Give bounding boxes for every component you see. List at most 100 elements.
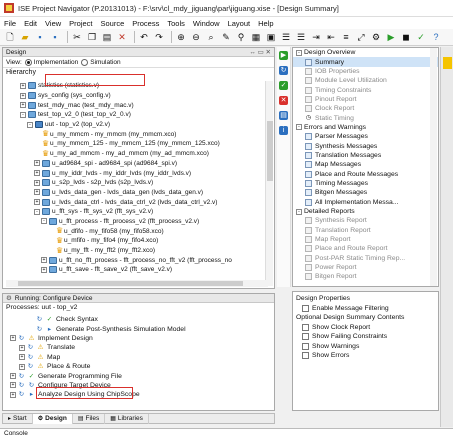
error-icon[interactable]: ✕ <box>279 96 288 105</box>
refresh-icon[interactable]: ↻ <box>279 66 288 75</box>
collapse-icon[interactable]: - <box>34 208 40 215</box>
expand-icon[interactable]: + <box>34 179 40 186</box>
undo-icon[interactable]: ↶ <box>138 31 150 43</box>
tree-item[interactable]: - test_top_v2_0 (test_top_v2_0.v) <box>6 110 268 120</box>
hierarchy-hscrollbar[interactable] <box>6 280 268 287</box>
report-icon[interactable]: ▤ <box>279 111 288 120</box>
overview-item[interactable]: Parser Messages <box>293 132 438 141</box>
expand-icon[interactable]: + <box>10 373 16 380</box>
open-folder-icon[interactable]: ▰ <box>19 31 31 43</box>
menu-item-tools[interactable]: Tools <box>167 19 185 28</box>
overview-item[interactable]: Synthesis Report <box>293 216 438 225</box>
zoom-in-icon[interactable]: ⊕ <box>175 31 187 43</box>
overview-item[interactable]: Map Report <box>293 235 438 244</box>
expand-icon[interactable]: + <box>34 199 40 206</box>
tab-libraries[interactable]: ▦ Libraries <box>105 413 149 424</box>
tree-item[interactable]: + u_fft_no_fft_process - fft_process_no_f… <box>6 255 268 265</box>
simulation-label[interactable]: Simulation <box>90 59 120 66</box>
expand-icon[interactable]: + <box>19 363 25 370</box>
overview-scrollbar[interactable] <box>430 48 437 286</box>
scroll-thumb[interactable] <box>267 121 273 181</box>
tree-item[interactable]: + sys_config (sys_config.v) <box>6 91 268 101</box>
tree-item[interactable]: + u_ad9684_spi - ad9684_spi (ad9684_spi.v… <box>6 159 268 169</box>
save-icon[interactable]: ▪ <box>34 31 46 43</box>
overview-section[interactable]: - Design Overview <box>293 48 438 57</box>
overview-section[interactable]: - Detailed Reports <box>293 207 438 216</box>
tree-item[interactable]: + u_fft_save - fft_save_v2 (fft_save_v2.v… <box>6 265 268 275</box>
optional-content-row[interactable]: Show Failing Constraints <box>296 332 435 342</box>
enable-filter-checkbox[interactable] <box>302 304 309 312</box>
process-item[interactable]: +↻✓Check Syntax <box>6 315 268 324</box>
delete-icon[interactable]: ✕ <box>116 31 128 43</box>
view-icon[interactable]: ▦ <box>250 31 262 43</box>
menu-item-project[interactable]: Project <box>69 19 92 28</box>
tree-item[interactable]: - u_fft_process - fft_process_v2 (fft_pro… <box>6 217 268 227</box>
tree-item[interactable]: ♛ u_my_mmcm_125 - my_mmcm_125 (my_mmcm_12… <box>6 139 268 149</box>
overview-item[interactable]: Clock Report <box>293 104 438 113</box>
new-file-icon[interactable]: 🗋 <box>4 31 16 43</box>
help-question-icon[interactable]: ? <box>430 32 442 44</box>
overview-item[interactable]: Place and Route Report <box>293 244 438 253</box>
tree-item[interactable]: + u_s2p_lvds - s2p_lvds (s2p_lvds.v) <box>6 178 268 188</box>
tree-item[interactable]: ♛ u_my_fft - my_fft2 (my_fft2.xco) <box>6 246 268 256</box>
overview-item[interactable]: Synthesis Messages <box>293 141 438 150</box>
scroll-thumb[interactable] <box>18 281 243 286</box>
outdent-icon[interactable]: ⇤ <box>325 32 337 44</box>
menu-item-view[interactable]: View <box>45 19 61 28</box>
tab-start[interactable]: ▸ Start <box>3 413 33 424</box>
overview-item[interactable]: Module Level Utilization <box>293 76 438 85</box>
expand-icon[interactable]: + <box>10 382 16 389</box>
overview-item[interactable]: Timing Constraints <box>293 85 438 94</box>
option-checkbox[interactable] <box>302 352 309 360</box>
overview-item[interactable]: Power Report <box>293 263 438 272</box>
redo-icon[interactable]: ↷ <box>153 31 165 43</box>
align-right-icon[interactable]: ☰ <box>295 32 307 44</box>
tree-item[interactable]: ♛ u_my_ad_mmcm - my_ad_mmcm (my_ad_mmcm.x… <box>6 149 268 159</box>
menu-item-window[interactable]: Window <box>193 19 220 28</box>
optional-content-row[interactable]: Show Clock Report <box>296 323 435 333</box>
optional-content-row[interactable]: Show Warnings <box>296 342 435 352</box>
tree-item[interactable]: + u_lvds_data_ctrl - lvds_data_ctrl_v2 (l… <box>6 197 268 207</box>
tree-item[interactable]: - u_fft_sys - fft_sys_v2 (fft_sys_v2.v) <box>6 207 268 217</box>
process-item[interactable]: + ↻ ⚠ Translate <box>6 343 268 352</box>
menu-item-edit[interactable]: Edit <box>24 19 37 28</box>
expand-icon[interactable]: + <box>10 391 16 398</box>
process-item[interactable]: + ↻ ⚠ Map <box>6 353 268 362</box>
tree-item[interactable]: - uut - top_v2 (top_v2.v) <box>6 120 268 130</box>
zoom-out-icon[interactable]: ⊖ <box>190 31 202 43</box>
overview-section[interactable]: - Errors and Warnings <box>293 123 438 132</box>
collapse-icon[interactable]: - <box>41 218 47 225</box>
process-item[interactable]: + ↻ ✓ Generate Programming File <box>6 371 268 380</box>
expand-icon[interactable]: + <box>10 335 16 342</box>
overview-item[interactable]: Bitgen Report <box>293 272 438 281</box>
simulation-radio[interactable] <box>81 58 89 66</box>
overview-item[interactable]: Timing Messages <box>293 179 438 188</box>
tree-item[interactable]: + u_lvds_data_gen - lvds_data_gen (lvds_d… <box>6 188 268 198</box>
process-item[interactable]: + ↻ ⚠ Implement Design <box>6 334 268 343</box>
run-icon[interactable]: ▶ <box>385 32 397 44</box>
stop-icon[interactable]: ◼ <box>400 32 412 44</box>
overview-item[interactable]: Translation Messages <box>293 151 438 160</box>
run-icon[interactable]: ▶ <box>279 51 288 60</box>
collapse-icon[interactable]: - <box>296 124 302 131</box>
zoom-fit-icon[interactable]: ⤢ <box>355 32 367 44</box>
overview-item[interactable]: Place and Route Messages <box>293 169 438 178</box>
expand-icon[interactable]: + <box>20 82 26 89</box>
tree-item[interactable]: ♛ u_mfifo - my_fifo4 (my_fifo4.xco) <box>6 236 268 246</box>
info-icon[interactable]: i <box>279 126 288 135</box>
tree-item[interactable]: + u_my_iddr_lvds - my_iddr_lvds (my_iddr_… <box>6 168 268 178</box>
process-item[interactable]: +↻▸Generate Post-Synthesis Simulation Mo… <box>6 324 268 333</box>
check-icon[interactable]: ✓ <box>415 32 427 44</box>
menu-item-file[interactable]: File <box>4 19 16 28</box>
cut-icon[interactable]: ✂ <box>71 31 83 43</box>
option-checkbox[interactable] <box>302 342 309 350</box>
tree-item[interactable]: ♛ u_my_mmcm - my_mmcm (my_mmcm.xco) <box>6 129 268 139</box>
overview-item[interactable]: ◷ Static Timing <box>293 113 438 122</box>
properties-icon[interactable]: ⚙ <box>370 32 382 44</box>
hierarchy-vscrollbar[interactable] <box>265 81 273 286</box>
overview-item[interactable]: IOB Properties <box>293 67 438 76</box>
indent-icon[interactable]: ⇥ <box>310 32 322 44</box>
collapse-icon[interactable]: - <box>20 111 26 118</box>
optional-content-row[interactable]: Show Errors <box>296 351 435 361</box>
pin-icon[interactable]: ✎ <box>220 31 232 43</box>
